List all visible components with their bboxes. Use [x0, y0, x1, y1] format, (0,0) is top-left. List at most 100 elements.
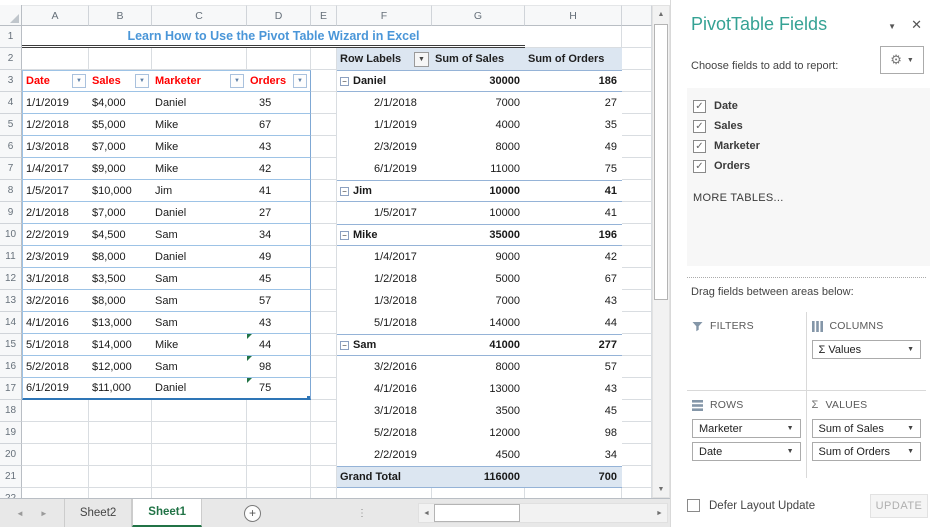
- pivot-sales-value[interactable]: 7000: [432, 92, 525, 114]
- new-sheet-button[interactable]: +: [244, 504, 262, 522]
- cell[interactable]: [89, 444, 152, 466]
- pivot-row-label[interactable]: − Daniel: [337, 70, 432, 92]
- checkbox-checked-icon[interactable]: ✓: [693, 99, 706, 113]
- cell[interactable]: [152, 444, 247, 466]
- row-header-18[interactable]: 18: [0, 400, 22, 422]
- source-cell[interactable]: Mike: [152, 158, 247, 180]
- filter-dropdown-button[interactable]: ▼: [135, 74, 149, 88]
- collapse-button[interactable]: −: [340, 340, 349, 350]
- source-cell[interactable]: Sam: [152, 224, 247, 246]
- collapse-button[interactable]: −: [340, 76, 349, 86]
- pane-options-dropdown-icon[interactable]: ▼: [888, 22, 896, 31]
- area-field-marketer[interactable]: Marketer ▼: [692, 419, 801, 438]
- cell[interactable]: [622, 290, 652, 312]
- cell[interactable]: [152, 422, 247, 444]
- cell[interactable]: [622, 422, 652, 444]
- defer-layout-update[interactable]: Defer Layout Update: [687, 499, 815, 512]
- row-header-6[interactable]: 6: [0, 136, 22, 158]
- cell[interactable]: [311, 290, 337, 312]
- source-cell[interactable]: 43: [247, 136, 311, 158]
- cell[interactable]: [22, 400, 89, 422]
- source-cell[interactable]: Sam: [152, 268, 247, 290]
- pivot-row-label[interactable]: 2/3/2019: [337, 136, 432, 158]
- pivot-row-label[interactable]: − Jim: [337, 180, 432, 202]
- source-cell[interactable]: 44: [247, 334, 311, 356]
- chevron-down-icon[interactable]: ▼: [907, 346, 914, 353]
- source-cell[interactable]: $12,000: [89, 356, 152, 378]
- pivot-sales-value[interactable]: 11000: [432, 158, 525, 180]
- collapse-button[interactable]: −: [340, 230, 349, 240]
- pivot-row-label[interactable]: − Mike: [337, 224, 432, 246]
- tools-button[interactable]: ⚙ ▼: [880, 46, 924, 74]
- cell[interactable]: [622, 70, 652, 92]
- source-header-date[interactable]: Date ▼: [22, 70, 89, 92]
- filter-dropdown-button[interactable]: ▼: [230, 74, 244, 88]
- scroll-up-button[interactable]: ▲: [653, 6, 669, 22]
- row-header-11[interactable]: 11: [0, 246, 22, 268]
- row-header-3[interactable]: 3: [0, 70, 22, 92]
- pivot-orders-value[interactable]: 43: [525, 378, 622, 400]
- pivot-orders-value[interactable]: 41: [525, 180, 622, 202]
- source-cell[interactable]: $10,000: [89, 180, 152, 202]
- pivot-row-label[interactable]: 1/2/2018: [337, 268, 432, 290]
- row-header-20[interactable]: 20: [0, 444, 22, 466]
- pivot-row-label[interactable]: − Sam: [337, 334, 432, 356]
- field-checkbox-date[interactable]: ✓ Date: [693, 96, 930, 116]
- area-field-sum-of-sales[interactable]: Sum of Sales ▼: [811, 419, 921, 438]
- pivot-orders-value[interactable]: 42: [525, 246, 622, 268]
- values-area[interactable]: Σ VALUES Sum of Sales ▼ Sum of Orders ▼: [807, 391, 927, 478]
- pivot-orders-value[interactable]: 49: [525, 136, 622, 158]
- cell[interactable]: [89, 488, 152, 498]
- cell[interactable]: [311, 400, 337, 422]
- source-cell[interactable]: 2/1/2018: [22, 202, 89, 224]
- pivot-orders-value[interactable]: 44: [525, 312, 622, 334]
- select-all-corner[interactable]: [0, 5, 22, 26]
- pivot-orders-value[interactable]: 34: [525, 444, 622, 466]
- source-cell[interactable]: Daniel: [152, 246, 247, 268]
- source-cell[interactable]: 57: [247, 290, 311, 312]
- pivot-orders-value[interactable]: 277: [525, 334, 622, 356]
- chevron-down-icon[interactable]: ▼: [787, 425, 794, 432]
- vertical-scrollbar[interactable]: ▲ ▼: [652, 5, 670, 498]
- cell[interactable]: [622, 180, 652, 202]
- area-field-values[interactable]: Σ Values ▼: [811, 340, 921, 359]
- pivot-orders-value[interactable]: 98: [525, 422, 622, 444]
- scroll-right-button[interactable]: ►: [652, 504, 667, 522]
- cell[interactable]: [89, 422, 152, 444]
- cell[interactable]: [89, 466, 152, 488]
- column-header-F[interactable]: F: [337, 5, 432, 26]
- cell[interactable]: [311, 466, 337, 488]
- collapse-button[interactable]: −: [340, 186, 349, 196]
- source-cell[interactable]: Sam: [152, 290, 247, 312]
- cell[interactable]: [311, 136, 337, 158]
- cell[interactable]: [311, 444, 337, 466]
- row-header-22[interactable]: 22: [0, 488, 22, 498]
- source-cell[interactable]: 5/2/2018: [22, 356, 89, 378]
- cell[interactable]: [311, 356, 337, 378]
- pivot-sales-value[interactable]: 35000: [432, 224, 525, 246]
- cell[interactable]: [622, 114, 652, 136]
- cell[interactable]: [22, 48, 89, 70]
- source-cell[interactable]: 41: [247, 180, 311, 202]
- pivot-sales-value[interactable]: 8000: [432, 136, 525, 158]
- cell[interactable]: [311, 268, 337, 290]
- pivot-sales-value[interactable]: 13000: [432, 378, 525, 400]
- cell[interactable]: [622, 202, 652, 224]
- pivot-sales-value[interactable]: 4500: [432, 444, 525, 466]
- pivot-orders-value[interactable]: 75: [525, 158, 622, 180]
- source-header-sales[interactable]: Sales ▼: [89, 70, 152, 92]
- source-header-orders[interactable]: Orders ▼: [247, 70, 311, 92]
- source-cell[interactable]: Jim: [152, 180, 247, 202]
- scroll-down-button[interactable]: ▼: [653, 481, 669, 497]
- next-sheet-icon[interactable]: ►: [40, 509, 48, 518]
- source-cell[interactable]: 3/2/2016: [22, 290, 89, 312]
- cell[interactable]: [311, 488, 337, 498]
- source-cell[interactable]: 5/1/2018: [22, 334, 89, 356]
- update-button[interactable]: UPDATE: [870, 494, 928, 518]
- cell[interactable]: [622, 92, 652, 114]
- source-cell[interactable]: $8,000: [89, 290, 152, 312]
- source-cell[interactable]: 6/1/2019: [22, 378, 89, 400]
- pivot-orders-value[interactable]: 41: [525, 202, 622, 224]
- previous-sheet-icon[interactable]: ◄: [16, 509, 24, 518]
- cell[interactable]: [622, 312, 652, 334]
